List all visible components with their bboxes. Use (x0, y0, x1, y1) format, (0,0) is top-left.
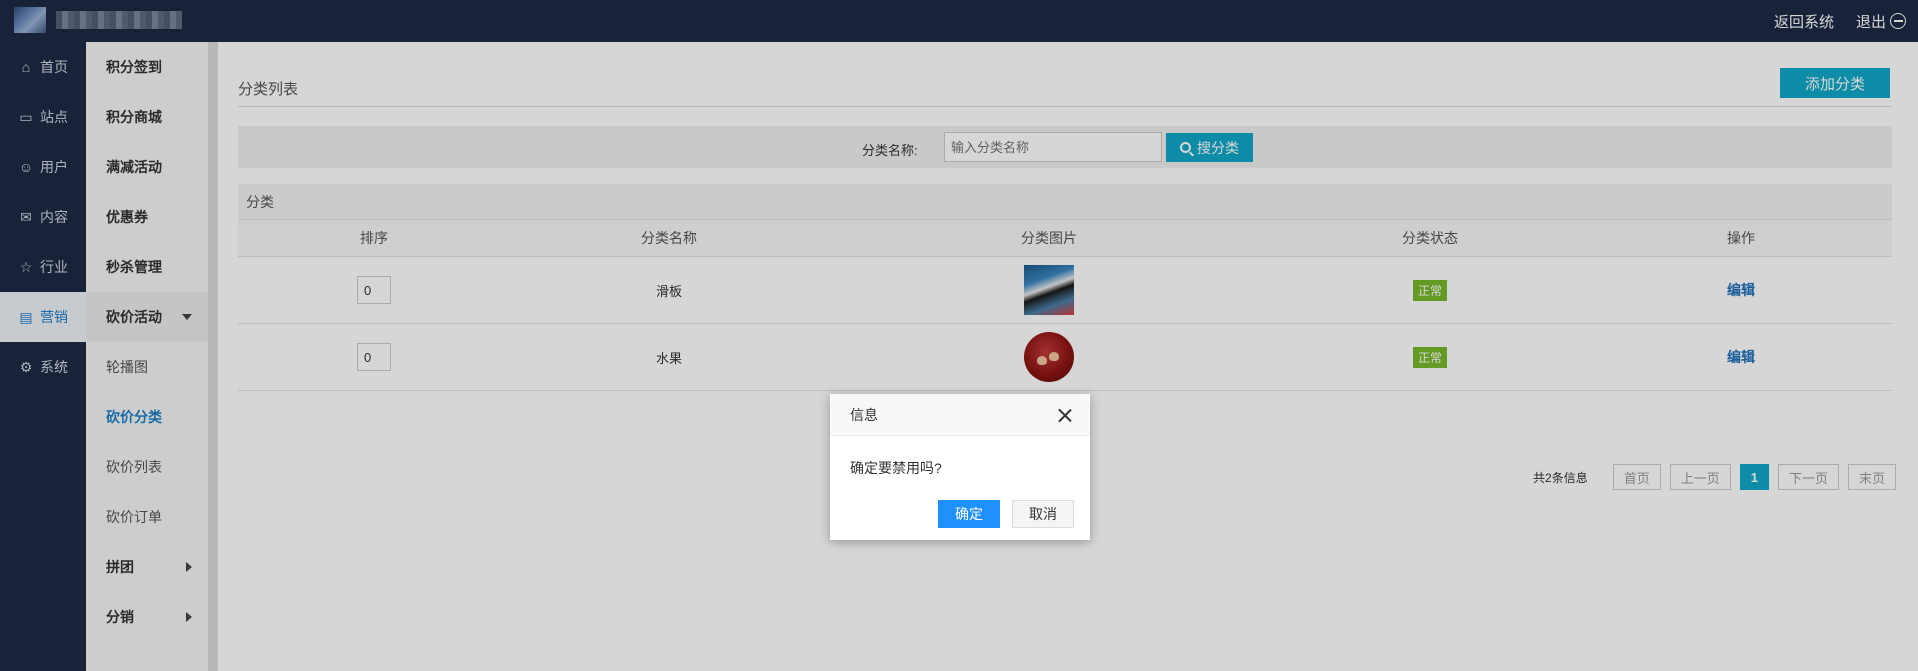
cancel-button[interactable]: 取消 (1012, 500, 1074, 528)
dialog-footer: 确定 取消 (830, 500, 1090, 528)
confirm-button[interactable]: 确定 (938, 500, 1000, 528)
close-icon[interactable] (1056, 406, 1074, 424)
dialog-title: 信息 (850, 406, 878, 423)
confirm-dialog: 信息 确定要禁用吗? 确定 取消 (830, 394, 1090, 540)
dialog-message: 确定要禁用吗? (850, 460, 942, 476)
modal-overlay (0, 0, 1918, 671)
dialog-header: 信息 (830, 394, 1090, 436)
